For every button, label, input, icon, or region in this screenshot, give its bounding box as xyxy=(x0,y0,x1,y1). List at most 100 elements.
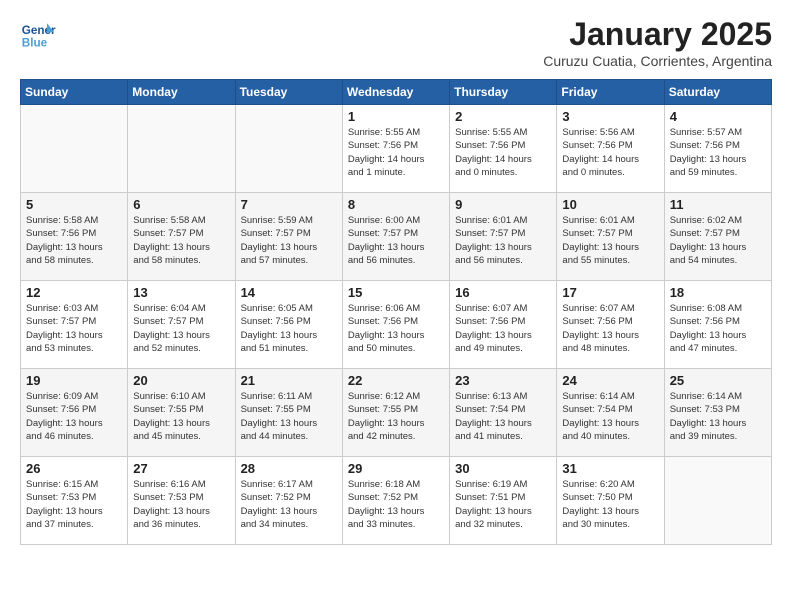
day-number: 18 xyxy=(670,285,766,300)
day-info: Sunrise: 5:59 AM Sunset: 7:57 PM Dayligh… xyxy=(241,214,337,267)
day-info: Sunrise: 5:55 AM Sunset: 7:56 PM Dayligh… xyxy=(455,126,551,179)
header: General Blue January 2025 Curuzu Cuatia,… xyxy=(20,16,772,69)
day-info: Sunrise: 6:18 AM Sunset: 7:52 PM Dayligh… xyxy=(348,478,444,531)
day-cell: 15 Sunrise: 6:06 AM Sunset: 7:56 PM Dayli… xyxy=(342,281,449,369)
day-cell: 24Sunrise: 6:14 AM Sunset: 7:54 PM Dayli… xyxy=(557,369,664,457)
day-number: 23 xyxy=(455,373,551,388)
day-number: 17 xyxy=(562,285,658,300)
day-cell: 4 Sunrise: 5:57 AM Sunset: 7:56 PM Daylig… xyxy=(664,105,771,193)
day-info: Sunrise: 6:01 AM Sunset: 7:57 PM Dayligh… xyxy=(455,214,551,267)
day-cell: 1 Sunrise: 5:55 AM Sunset: 7:56 PM Daylig… xyxy=(342,105,449,193)
col-header-friday: Friday xyxy=(557,80,664,105)
day-number: 31 xyxy=(562,461,658,476)
day-number: 10 xyxy=(562,197,658,212)
day-number: 26 xyxy=(26,461,122,476)
day-info: Sunrise: 6:08 AM Sunset: 7:56 PM Dayligh… xyxy=(670,302,766,355)
col-header-sunday: Sunday xyxy=(21,80,128,105)
day-number: 7 xyxy=(241,197,337,212)
day-info: Sunrise: 6:00 AM Sunset: 7:57 PM Dayligh… xyxy=(348,214,444,267)
day-number: 21 xyxy=(241,373,337,388)
day-cell: 13 Sunrise: 6:04 AM Sunset: 7:57 PM Dayli… xyxy=(128,281,235,369)
week-row-3: 12Sunrise: 6:03 AM Sunset: 7:57 PM Dayli… xyxy=(21,281,772,369)
day-cell xyxy=(128,105,235,193)
col-header-saturday: Saturday xyxy=(664,80,771,105)
day-info: Sunrise: 6:07 AM Sunset: 7:56 PM Dayligh… xyxy=(562,302,658,355)
col-header-monday: Monday xyxy=(128,80,235,105)
day-number: 13 xyxy=(133,285,229,300)
day-cell: 7 Sunrise: 5:59 AM Sunset: 7:57 PM Daylig… xyxy=(235,193,342,281)
day-number: 12 xyxy=(26,285,122,300)
day-info: Sunrise: 6:16 AM Sunset: 7:53 PM Dayligh… xyxy=(133,478,229,531)
day-number: 25 xyxy=(670,373,766,388)
day-info: Sunrise: 6:15 AM Sunset: 7:53 PM Dayligh… xyxy=(26,478,122,531)
week-row-2: 5 Sunrise: 5:58 AM Sunset: 7:56 PM Daylig… xyxy=(21,193,772,281)
day-cell: 23Sunrise: 6:13 AM Sunset: 7:54 PM Dayli… xyxy=(450,369,557,457)
day-info: Sunrise: 6:17 AM Sunset: 7:52 PM Dayligh… xyxy=(241,478,337,531)
day-cell: 12Sunrise: 6:03 AM Sunset: 7:57 PM Dayli… xyxy=(21,281,128,369)
day-number: 16 xyxy=(455,285,551,300)
day-number: 11 xyxy=(670,197,766,212)
day-cell xyxy=(664,457,771,545)
header-row: SundayMondayTuesdayWednesdayThursdayFrid… xyxy=(21,80,772,105)
day-info: Sunrise: 6:01 AM Sunset: 7:57 PM Dayligh… xyxy=(562,214,658,267)
week-row-5: 26 Sunrise: 6:15 AM Sunset: 7:53 PM Dayli… xyxy=(21,457,772,545)
day-number: 5 xyxy=(26,197,122,212)
calendar-title: January 2025 xyxy=(543,16,772,53)
logo-icon: General Blue xyxy=(20,16,56,52)
week-row-4: 19 Sunrise: 6:09 AM Sunset: 7:56 PM Dayli… xyxy=(21,369,772,457)
day-cell: 20Sunrise: 6:10 AM Sunset: 7:55 PM Dayli… xyxy=(128,369,235,457)
day-number: 15 xyxy=(348,285,444,300)
day-info: Sunrise: 6:06 AM Sunset: 7:56 PM Dayligh… xyxy=(348,302,444,355)
day-info: Sunrise: 5:56 AM Sunset: 7:56 PM Dayligh… xyxy=(562,126,658,179)
day-number: 28 xyxy=(241,461,337,476)
day-number: 8 xyxy=(348,197,444,212)
day-number: 6 xyxy=(133,197,229,212)
day-info: Sunrise: 5:55 AM Sunset: 7:56 PM Dayligh… xyxy=(348,126,444,179)
day-number: 14 xyxy=(241,285,337,300)
day-number: 4 xyxy=(670,109,766,124)
day-info: Sunrise: 6:09 AM Sunset: 7:56 PM Dayligh… xyxy=(26,390,122,443)
day-cell: 8 Sunrise: 6:00 AM Sunset: 7:57 PM Daylig… xyxy=(342,193,449,281)
day-cell: 14 Sunrise: 6:05 AM Sunset: 7:56 PM Dayli… xyxy=(235,281,342,369)
logo: General Blue xyxy=(20,16,56,52)
day-cell xyxy=(21,105,128,193)
day-info: Sunrise: 6:07 AM Sunset: 7:56 PM Dayligh… xyxy=(455,302,551,355)
day-cell: 3 Sunrise: 5:56 AM Sunset: 7:56 PM Daylig… xyxy=(557,105,664,193)
day-cell: 29Sunrise: 6:18 AM Sunset: 7:52 PM Dayli… xyxy=(342,457,449,545)
day-info: Sunrise: 6:04 AM Sunset: 7:57 PM Dayligh… xyxy=(133,302,229,355)
day-number: 20 xyxy=(133,373,229,388)
day-cell: 17 Sunrise: 6:07 AM Sunset: 7:56 PM Dayli… xyxy=(557,281,664,369)
day-cell: 31 Sunrise: 6:20 AM Sunset: 7:50 PM Dayli… xyxy=(557,457,664,545)
day-info: Sunrise: 6:14 AM Sunset: 7:54 PM Dayligh… xyxy=(562,390,658,443)
day-number: 1 xyxy=(348,109,444,124)
svg-text:Blue: Blue xyxy=(22,37,48,50)
day-cell: 22Sunrise: 6:12 AM Sunset: 7:55 PM Dayli… xyxy=(342,369,449,457)
day-info: Sunrise: 6:14 AM Sunset: 7:53 PM Dayligh… xyxy=(670,390,766,443)
day-cell: 21Sunrise: 6:11 AM Sunset: 7:55 PM Dayli… xyxy=(235,369,342,457)
day-info: Sunrise: 5:58 AM Sunset: 7:56 PM Dayligh… xyxy=(26,214,122,267)
day-info: Sunrise: 6:05 AM Sunset: 7:56 PM Dayligh… xyxy=(241,302,337,355)
day-number: 30 xyxy=(455,461,551,476)
day-info: Sunrise: 6:02 AM Sunset: 7:57 PM Dayligh… xyxy=(670,214,766,267)
day-cell: 19 Sunrise: 6:09 AM Sunset: 7:56 PM Dayli… xyxy=(21,369,128,457)
day-cell: 6Sunrise: 5:58 AM Sunset: 7:57 PM Daylig… xyxy=(128,193,235,281)
day-cell: 25 Sunrise: 6:14 AM Sunset: 7:53 PM Dayli… xyxy=(664,369,771,457)
day-cell: 30 Sunrise: 6:19 AM Sunset: 7:51 PM Dayli… xyxy=(450,457,557,545)
calendar-table: SundayMondayTuesdayWednesdayThursdayFrid… xyxy=(20,79,772,545)
day-number: 19 xyxy=(26,373,122,388)
col-header-tuesday: Tuesday xyxy=(235,80,342,105)
day-cell: 28 Sunrise: 6:17 AM Sunset: 7:52 PM Dayli… xyxy=(235,457,342,545)
day-cell: 18 Sunrise: 6:08 AM Sunset: 7:56 PM Dayli… xyxy=(664,281,771,369)
day-info: Sunrise: 6:20 AM Sunset: 7:50 PM Dayligh… xyxy=(562,478,658,531)
calendar-page: General Blue January 2025 Curuzu Cuatia,… xyxy=(0,0,792,561)
day-number: 3 xyxy=(562,109,658,124)
day-info: Sunrise: 5:57 AM Sunset: 7:56 PM Dayligh… xyxy=(670,126,766,179)
day-cell: 11 Sunrise: 6:02 AM Sunset: 7:57 PM Dayli… xyxy=(664,193,771,281)
day-number: 2 xyxy=(455,109,551,124)
title-block: January 2025 Curuzu Cuatia, Corrientes, … xyxy=(543,16,772,69)
day-cell: 16 Sunrise: 6:07 AM Sunset: 7:56 PM Dayli… xyxy=(450,281,557,369)
day-cell: 27Sunrise: 6:16 AM Sunset: 7:53 PM Dayli… xyxy=(128,457,235,545)
day-cell: 5 Sunrise: 5:58 AM Sunset: 7:56 PM Daylig… xyxy=(21,193,128,281)
day-info: Sunrise: 6:19 AM Sunset: 7:51 PM Dayligh… xyxy=(455,478,551,531)
day-cell xyxy=(235,105,342,193)
